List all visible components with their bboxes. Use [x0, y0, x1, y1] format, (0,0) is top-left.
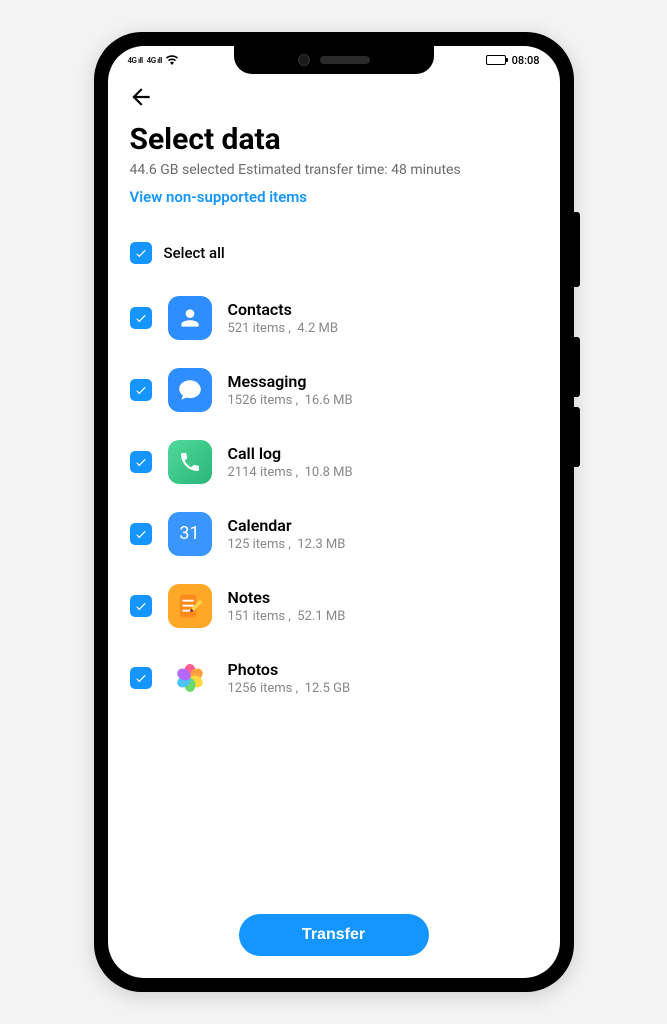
item-text: Messaging 1526 items , 16.6 MB	[228, 372, 538, 408]
photos-app-icon	[168, 656, 212, 700]
check-icon	[134, 246, 148, 260]
select-all-checkbox[interactable]	[130, 242, 152, 264]
nav-bar	[108, 74, 560, 110]
calendar-app-icon: 31	[168, 512, 212, 556]
item-text: Photos 1256 items , 12.5 GB	[228, 660, 538, 696]
items-list: Contacts 521 items , 4.2 MB Messaging 1526 …	[130, 282, 538, 714]
contacts-app-icon	[168, 296, 212, 340]
status-left: 4G ıll 4G ıll	[128, 55, 178, 65]
item-title: Photos	[228, 660, 538, 679]
screen: 4G ıll 4G ıll 08:08 Select data 44.6 GB …	[108, 46, 560, 978]
bottom-bar: Transfer	[108, 900, 560, 978]
notch	[234, 46, 434, 74]
item-checkbox[interactable]	[130, 667, 152, 689]
speaker	[320, 56, 370, 64]
check-icon	[134, 599, 148, 613]
list-item[interactable]: 31 Calendar 125 items , 12.3 MB	[130, 498, 538, 570]
item-sub: 1256 items , 12.5 GB	[228, 681, 538, 696]
photos-icon	[175, 663, 205, 693]
back-arrow-icon	[128, 84, 154, 110]
signal-1: 4G ıll	[128, 56, 143, 65]
front-camera	[298, 54, 310, 66]
item-title: Calendar	[228, 516, 538, 535]
list-item[interactable]: Messaging 1526 items , 16.6 MB	[130, 354, 538, 426]
wifi-icon	[166, 55, 178, 65]
item-checkbox[interactable]	[130, 451, 152, 473]
item-checkbox[interactable]	[130, 595, 152, 617]
item-sub: 2114 items , 10.8 MB	[228, 465, 538, 480]
check-icon	[134, 527, 148, 541]
non-supported-link[interactable]: View non-supported items	[130, 188, 308, 206]
item-sub: 1526 items , 16.6 MB	[228, 393, 538, 408]
volume-up-button	[574, 337, 580, 397]
check-icon	[134, 383, 148, 397]
content: Select data 44.6 GB selected Estimated t…	[108, 110, 560, 900]
select-all-row[interactable]: Select all	[130, 242, 538, 264]
select-all-label: Select all	[164, 244, 225, 262]
check-icon	[134, 455, 148, 469]
item-checkbox[interactable]	[130, 307, 152, 329]
item-title: Contacts	[228, 300, 538, 319]
messaging-icon	[177, 377, 203, 403]
signal-2: 4G ıll	[147, 56, 162, 65]
list-item[interactable]: Notes 151 items , 52.1 MB	[130, 570, 538, 642]
contacts-icon	[177, 305, 203, 331]
list-item[interactable]: Photos 1256 items , 12.5 GB	[130, 642, 538, 714]
item-text: Contacts 521 items , 4.2 MB	[228, 300, 538, 336]
notes-app-icon	[168, 584, 212, 628]
battery-icon	[486, 55, 506, 65]
item-title: Notes	[228, 588, 538, 607]
calendar-icon: 31	[179, 523, 199, 544]
item-sub: 151 items , 52.1 MB	[228, 609, 538, 624]
item-checkbox[interactable]	[130, 379, 152, 401]
side-button	[574, 212, 580, 287]
page-title: Select data	[130, 122, 538, 157]
phone-icon	[178, 450, 202, 474]
calllog-app-icon	[168, 440, 212, 484]
item-checkbox[interactable]	[130, 523, 152, 545]
status-right: 08:08	[486, 54, 540, 67]
item-text: Notes 151 items , 52.1 MB	[228, 588, 538, 624]
volume-down-button	[574, 407, 580, 467]
item-sub: 521 items , 4.2 MB	[228, 321, 538, 336]
item-text: Call log 2114 items , 10.8 MB	[228, 444, 538, 480]
subtitle: 44.6 GB selected Estimated transfer time…	[130, 161, 538, 181]
item-title: Messaging	[228, 372, 538, 391]
clock: 08:08	[512, 54, 540, 67]
notes-icon	[175, 591, 205, 621]
list-item[interactable]: Call log 2114 items , 10.8 MB	[130, 426, 538, 498]
check-icon	[134, 311, 148, 325]
list-item[interactable]: Contacts 521 items , 4.2 MB	[130, 282, 538, 354]
phone-frame: 4G ıll 4G ıll 08:08 Select data 44.6 GB …	[94, 32, 574, 992]
transfer-button[interactable]: Transfer	[239, 914, 429, 956]
item-text: Calendar 125 items , 12.3 MB	[228, 516, 538, 552]
messaging-app-icon	[168, 368, 212, 412]
item-sub: 125 items , 12.3 MB	[228, 537, 538, 552]
check-icon	[134, 671, 148, 685]
item-title: Call log	[228, 444, 538, 463]
back-button[interactable]	[128, 84, 154, 110]
